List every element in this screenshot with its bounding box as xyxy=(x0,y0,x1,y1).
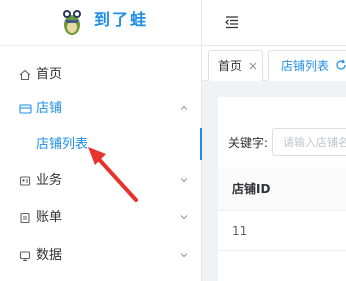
top-header xyxy=(202,0,346,46)
sidebar-item-bill[interactable]: 账单 xyxy=(0,199,202,237)
logo: 到了蛙 xyxy=(0,0,202,46)
table-row[interactable]: 11 xyxy=(218,211,346,251)
sidebar-item-label: 账单 xyxy=(36,210,63,225)
sidebar-item-home[interactable]: 首页 xyxy=(0,56,202,94)
app-title: 到了蛙 xyxy=(94,10,149,29)
sidebar-subitem-label: 店铺列表 xyxy=(36,137,89,152)
sidebar-item-data[interactable]: 数据 xyxy=(0,237,202,275)
sidebar-item-label: 业务 xyxy=(36,173,63,188)
sidebar-item-shop[interactable]: 店铺 xyxy=(0,90,202,128)
chevron-down-icon xyxy=(180,253,188,258)
menu-fold-icon[interactable] xyxy=(224,14,240,30)
chevron-down-icon xyxy=(180,215,188,220)
main-content: 关键字: 店铺ID 11 xyxy=(202,81,346,281)
tab-label: 首页 xyxy=(218,59,243,73)
shop-icon xyxy=(18,102,32,116)
table-header: 店铺ID xyxy=(218,167,346,211)
sidebar-item-label: 数据 xyxy=(36,248,63,263)
column-header-store-id: 店铺ID xyxy=(232,182,271,196)
tabs-bar: 首页 × 店铺列表 xyxy=(202,46,346,81)
sidebar-item-label: 首页 xyxy=(36,67,63,82)
chevron-up-icon xyxy=(180,105,188,110)
frog-logo-icon xyxy=(63,10,81,35)
keyword-label: 关键字: xyxy=(228,136,269,150)
tab-home[interactable]: 首页 × xyxy=(208,50,263,81)
home-icon xyxy=(18,68,32,82)
close-icon[interactable]: × xyxy=(248,58,258,74)
bill-icon xyxy=(18,211,32,225)
content-card: 关键字: 店铺ID 11 xyxy=(218,97,346,281)
sidebar-subitem-store-list[interactable]: 店铺列表 xyxy=(0,128,202,162)
keyword-input[interactable] xyxy=(272,128,346,156)
sidebar: 到了蛙 首页 店铺 店铺列表 业务 账单 数据 xyxy=(0,0,202,281)
refresh-icon[interactable] xyxy=(335,59,346,71)
tab-store-list[interactable]: 店铺列表 xyxy=(268,50,346,81)
chevron-down-icon xyxy=(180,178,188,183)
tab-label: 店铺列表 xyxy=(281,59,330,73)
data-icon xyxy=(18,249,32,263)
sidebar-item-label: 店铺 xyxy=(36,101,63,116)
sidebar-item-business[interactable]: 业务 xyxy=(0,162,202,200)
cell-store-id: 11 xyxy=(232,224,248,238)
business-icon xyxy=(18,174,32,188)
